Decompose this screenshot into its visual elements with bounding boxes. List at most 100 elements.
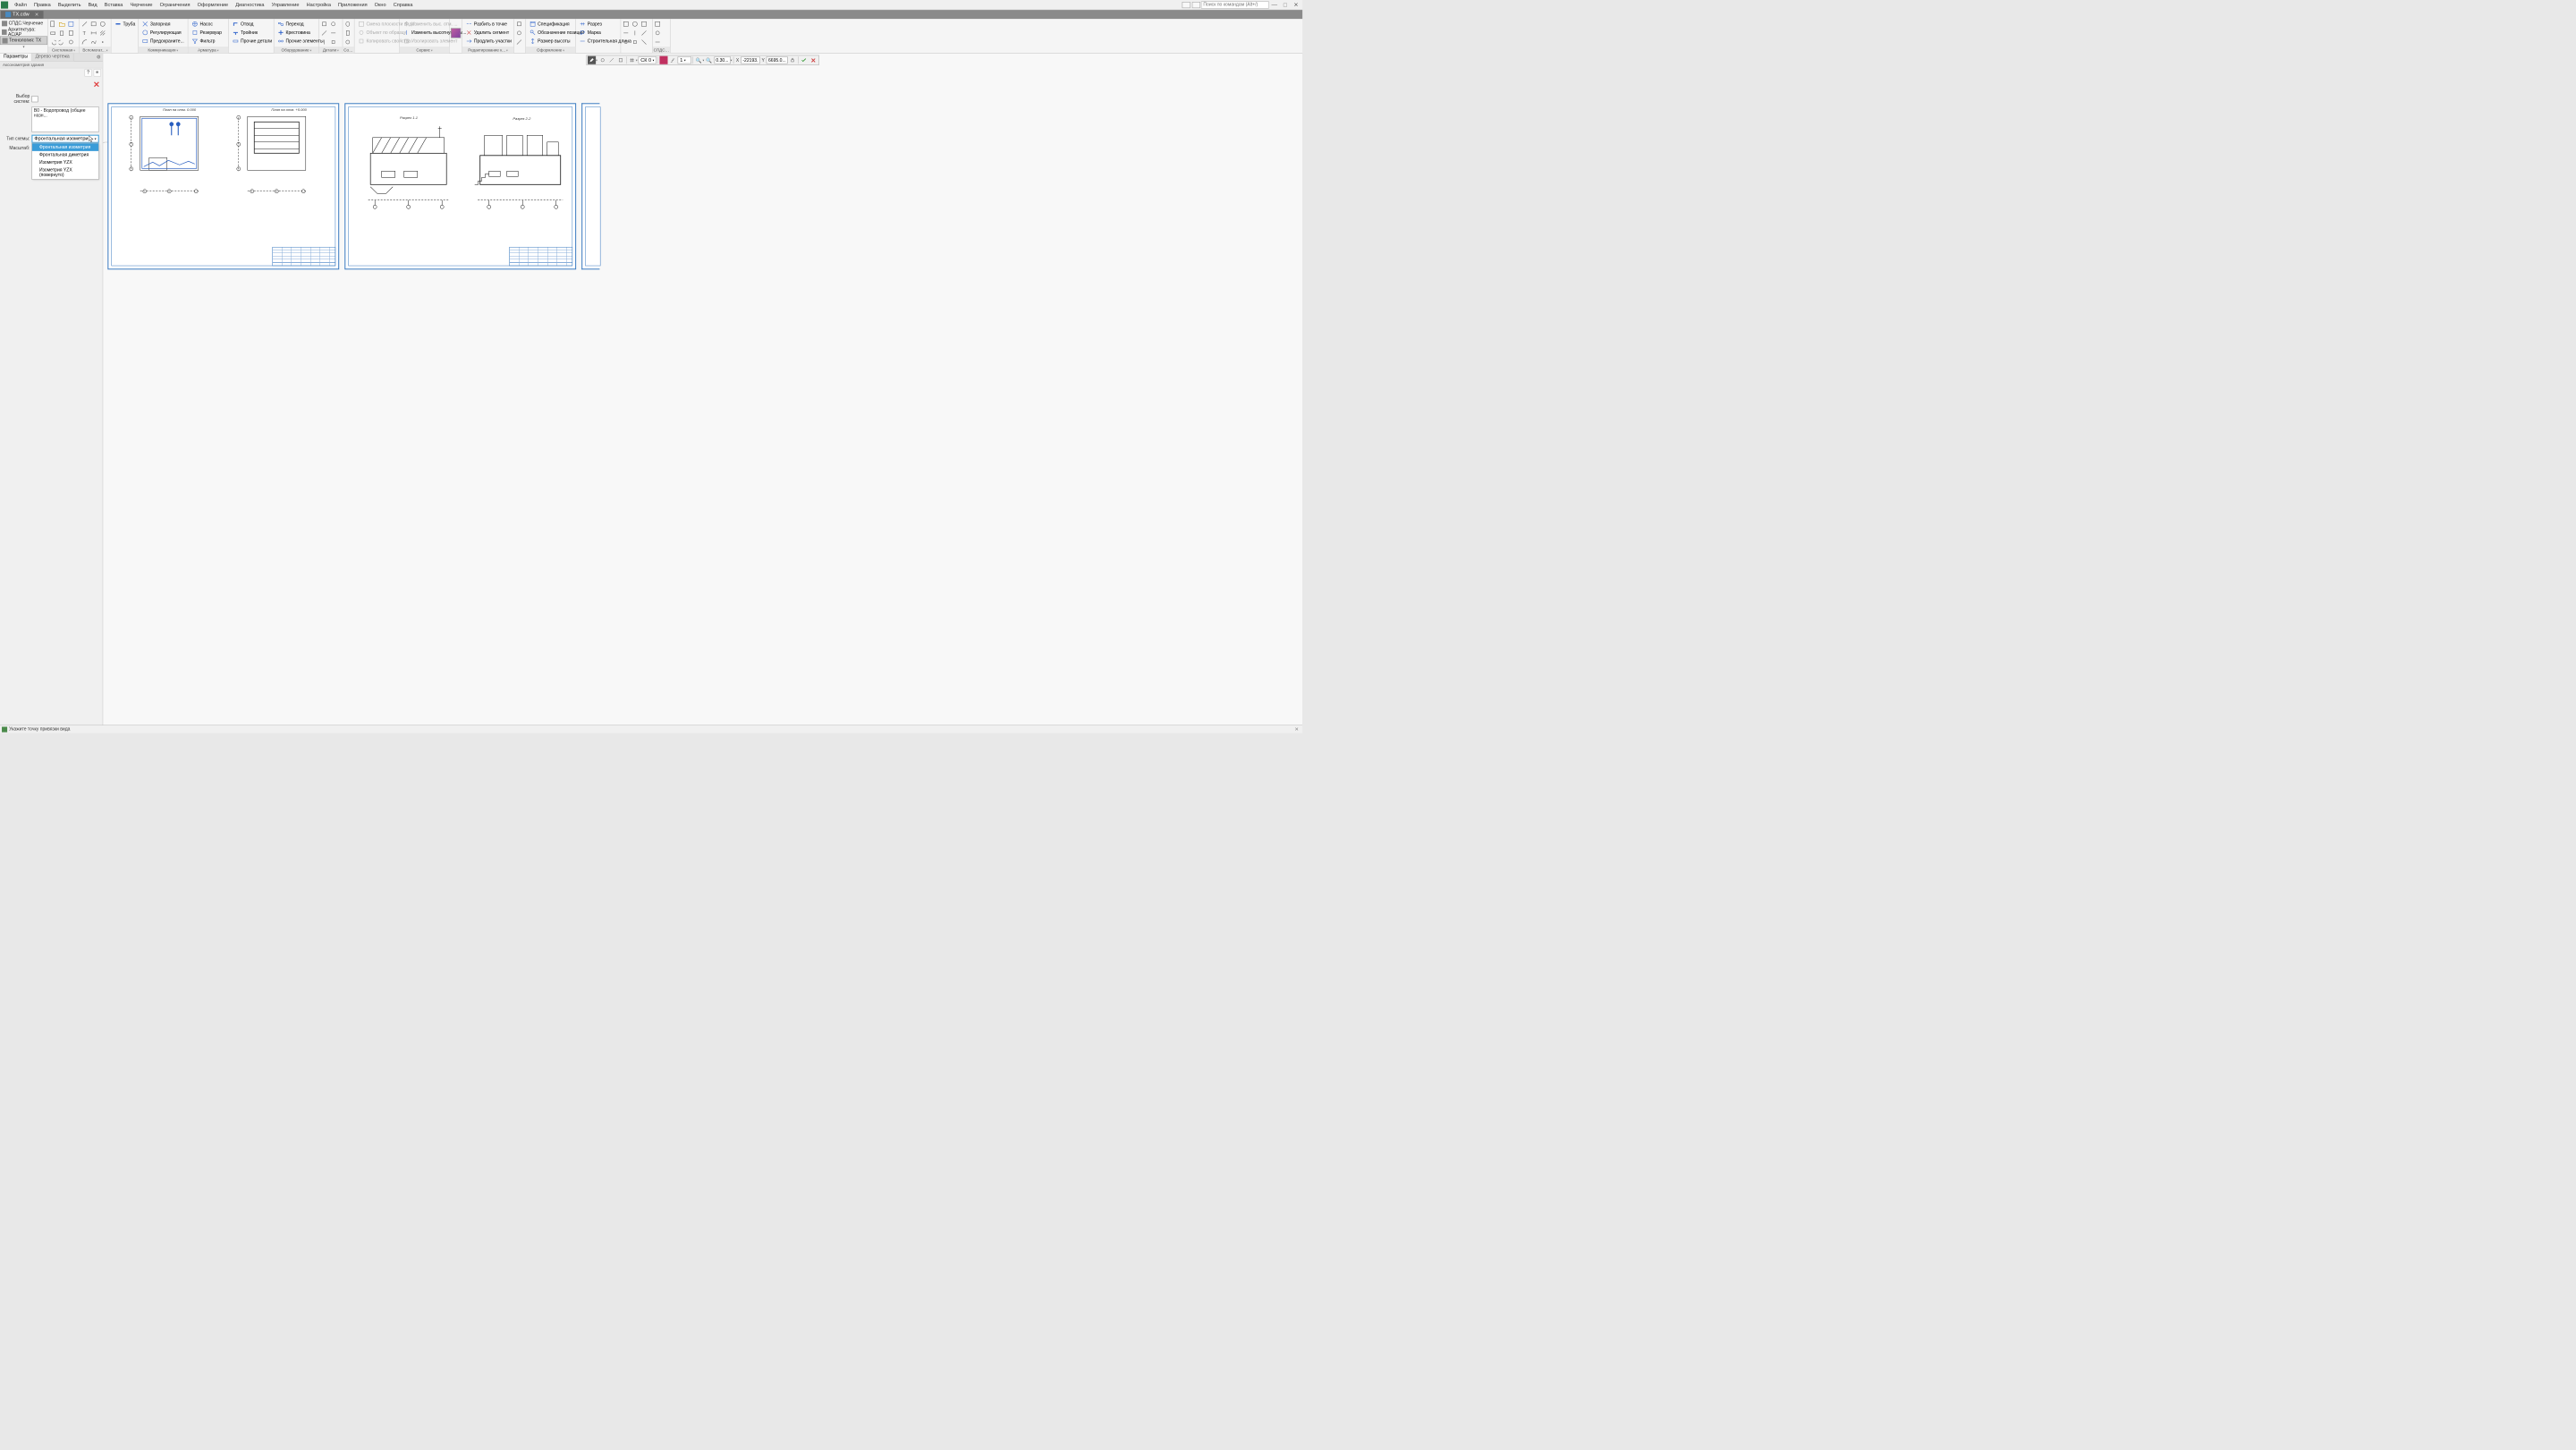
transition-button[interactable]: Переход bbox=[275, 20, 325, 28]
line-icon[interactable] bbox=[80, 20, 89, 28]
layout-toggle-1-icon[interactable] bbox=[1182, 2, 1191, 8]
copy-icon[interactable] bbox=[58, 29, 66, 37]
spline-icon[interactable] bbox=[89, 38, 97, 46]
y-coord-value[interactable]: 6695.0... bbox=[767, 56, 788, 64]
trail-9-icon[interactable] bbox=[640, 38, 648, 46]
menu-file[interactable]: Файл bbox=[11, 1, 30, 9]
valve-shutoff-button[interactable]: Запорная bbox=[140, 20, 186, 28]
trail-1-icon[interactable] bbox=[622, 20, 630, 28]
trail-7-icon[interactable] bbox=[622, 38, 630, 46]
tee-button[interactable]: Тройник bbox=[231, 29, 274, 37]
ribbon-mode-more-icon[interactable]: ▾ bbox=[0, 45, 47, 49]
vessel-1-icon[interactable] bbox=[343, 20, 352, 28]
trail-2-icon[interactable] bbox=[631, 20, 639, 28]
print-icon[interactable] bbox=[49, 29, 57, 37]
menu-select[interactable]: Выделить bbox=[55, 1, 85, 9]
zoom-out-icon[interactable]: 🔍 bbox=[694, 56, 702, 64]
trail-3-icon[interactable] bbox=[640, 20, 648, 28]
detail-1-icon[interactable] bbox=[320, 20, 328, 28]
cross-button[interactable]: Крестовина bbox=[275, 29, 325, 37]
ribbon-group-details-label[interactable]: Детали bbox=[319, 47, 343, 54]
sidepanel-tab-tree[interactable]: Дерево чертежа bbox=[32, 54, 74, 62]
trail-6-icon[interactable] bbox=[640, 29, 648, 37]
redo-icon[interactable] bbox=[58, 38, 66, 46]
accept-icon[interactable] bbox=[800, 56, 808, 64]
trail-5-icon[interactable] bbox=[631, 29, 639, 37]
ribbon-group-layout-label[interactable]: Оформление bbox=[526, 47, 575, 54]
menu-view[interactable]: Вид bbox=[85, 1, 101, 9]
split-at-point-button[interactable]: Разбить в точке bbox=[464, 20, 513, 28]
vessel-2-icon[interactable] bbox=[343, 29, 352, 37]
systems-listbox[interactable]: В0 - Водопровод (общее назн... bbox=[31, 106, 98, 131]
spds-1-icon[interactable] bbox=[654, 20, 662, 28]
elbow-button[interactable]: Отвод bbox=[231, 20, 274, 28]
menu-constraints[interactable]: Ограничения bbox=[157, 1, 194, 9]
dropdown-item-iso-yzx[interactable]: Изометрия YZX bbox=[32, 158, 98, 166]
ribbon-mode-arch[interactable]: Архитектура: AC/AP bbox=[0, 28, 47, 37]
menu-diagnostics[interactable]: Диагностика bbox=[232, 1, 267, 9]
paste-icon[interactable] bbox=[67, 29, 75, 37]
filter-button[interactable]: Фильтр bbox=[190, 37, 224, 45]
trail-8-icon[interactable] bbox=[631, 38, 639, 46]
menu-help[interactable]: Справка bbox=[390, 1, 417, 9]
sidepanel-settings-icon[interactable]: ⚙ bbox=[95, 54, 103, 62]
pump-button[interactable]: Насос bbox=[190, 20, 224, 28]
save-icon[interactable] bbox=[67, 20, 75, 28]
sheet-sections[interactable]: Разрез 1-1 Разрез 2-2 bbox=[344, 103, 576, 269]
step-icon[interactable] bbox=[669, 56, 677, 64]
edit-ico-1-icon[interactable] bbox=[515, 20, 523, 28]
ribbon-group-spds-label[interactable]: СПДС-... bbox=[653, 47, 671, 54]
command-search-input[interactable] bbox=[1201, 1, 1269, 8]
ortho-icon[interactable] bbox=[659, 56, 667, 64]
ribbon-group-comm-label[interactable]: Коммуникация bbox=[139, 47, 188, 54]
detail-5-icon[interactable] bbox=[320, 38, 328, 46]
sheet-partial[interactable] bbox=[581, 103, 599, 269]
extend-segments-button[interactable]: Продлить участки bbox=[464, 37, 513, 45]
dropdown-item-frontal-iso[interactable]: Фронтальная изометрия bbox=[32, 143, 98, 151]
spds-2-icon[interactable] bbox=[654, 29, 662, 37]
sidepanel-tab-params[interactable]: Параметры bbox=[0, 54, 32, 62]
edit-ico-3-icon[interactable] bbox=[515, 38, 523, 46]
snap-2-icon[interactable] bbox=[607, 56, 615, 64]
ribbon-group-edit-label[interactable]: Редактирование к... bbox=[462, 47, 514, 54]
undo-icon[interactable] bbox=[49, 38, 57, 46]
valve-regulating-button[interactable]: Регулирующая bbox=[140, 29, 186, 37]
new-icon[interactable] bbox=[49, 20, 57, 28]
status-close-icon[interactable]: ✕ bbox=[1292, 726, 1301, 733]
menu-format[interactable]: Оформление bbox=[194, 1, 233, 9]
snap-1-icon[interactable] bbox=[598, 56, 606, 64]
axonometry-icon[interactable] bbox=[451, 28, 461, 38]
list-item[interactable]: В0 - Водопровод (общее назн... bbox=[32, 107, 98, 119]
menu-settings[interactable]: Настройка bbox=[303, 1, 335, 9]
pipe-button[interactable]: Труба bbox=[113, 20, 137, 28]
dropdown-item-iso-yzx-rot[interactable]: Изометрия YZX (повернуто) bbox=[32, 166, 98, 179]
document-tab-close-icon[interactable]: ✕ bbox=[35, 12, 39, 18]
zoom-in-icon[interactable]: 🔍 bbox=[705, 56, 713, 64]
help-icon[interactable]: ? bbox=[85, 69, 92, 76]
rect-icon[interactable] bbox=[89, 20, 97, 28]
vessel-3-icon[interactable] bbox=[343, 38, 352, 46]
circle-icon[interactable] bbox=[98, 20, 106, 28]
open-icon[interactable] bbox=[58, 20, 66, 28]
grid-icon[interactable] bbox=[628, 56, 636, 64]
point-icon[interactable] bbox=[98, 38, 106, 46]
reservoir-button[interactable]: Резервуар bbox=[190, 29, 224, 37]
dropdown-item-frontal-dim[interactable]: Фронтальная диметрия bbox=[32, 151, 98, 159]
menu-manage[interactable]: Управление bbox=[268, 1, 303, 9]
ribbon-group-service-label[interactable]: Сервис bbox=[400, 47, 449, 54]
drawing-canvas[interactable]: ▾ ▾ СК 0▾ 1▾ 🔍▾ 🔍 0.30...▾ X -22193. Y bbox=[103, 54, 1302, 725]
edit-ico-2-icon[interactable] bbox=[515, 29, 523, 37]
snap-3-icon[interactable] bbox=[616, 56, 624, 64]
list-mode-icon[interactable]: ≡ bbox=[94, 69, 101, 76]
delete-segment-button[interactable]: Удалить сегмент bbox=[464, 29, 513, 37]
hatch-icon[interactable] bbox=[98, 29, 106, 37]
spds-3-icon[interactable] bbox=[654, 38, 662, 46]
ribbon-group-system-label[interactable]: Системная bbox=[48, 47, 80, 54]
menu-window[interactable]: Окно bbox=[371, 1, 390, 9]
detail-6-icon[interactable] bbox=[329, 38, 337, 46]
dim-icon[interactable] bbox=[89, 29, 97, 37]
text-icon[interactable]: T bbox=[80, 29, 89, 37]
x-coord-value[interactable]: -22193. bbox=[741, 56, 759, 64]
panel-close-icon[interactable]: ✕ bbox=[93, 80, 100, 89]
ribbon-group-equip-label[interactable]: Оборудование bbox=[274, 47, 318, 54]
